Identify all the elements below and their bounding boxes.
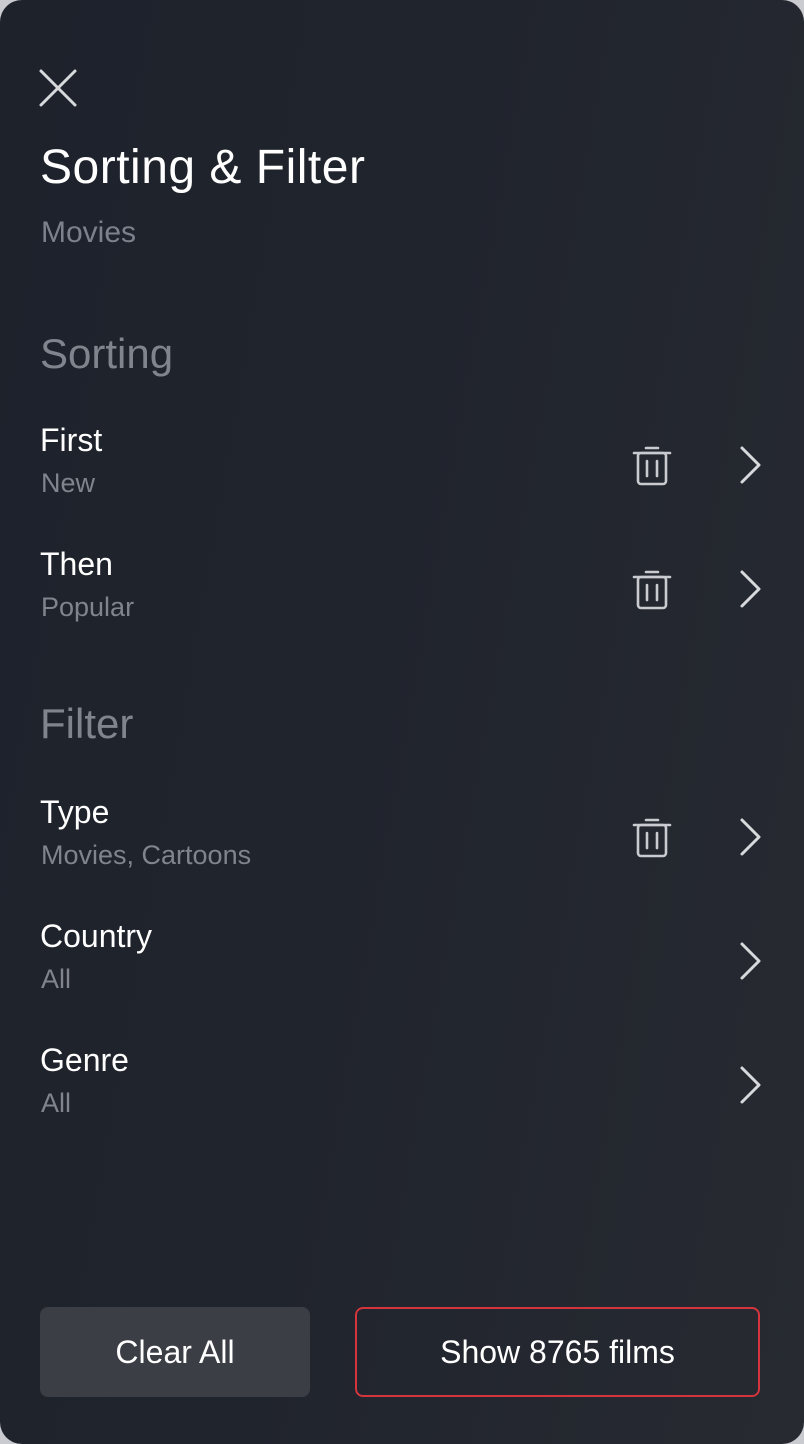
filter-row-country[interactable]: Country All — [0, 918, 804, 1022]
open-filter-genre-button[interactable] — [734, 1064, 768, 1106]
row-value: Movies, Cartoons — [41, 840, 252, 870]
row-value: Popular — [41, 592, 135, 622]
trash-icon — [632, 446, 672, 486]
row-label: Country — [40, 918, 153, 954]
show-films-button[interactable]: Show 8765 films — [355, 1307, 760, 1397]
filter-row-type[interactable]: Type Movies, Cartoons — [0, 794, 804, 898]
filter-row-genre[interactable]: Genre All — [0, 1042, 804, 1146]
page-title: Sorting & Filter — [40, 141, 366, 194]
sorting-filter-panel: Sorting & Filter Movies Sorting First Ne… — [0, 0, 804, 1444]
row-label: First — [40, 422, 103, 458]
sort-row-then[interactable]: Then Popular — [0, 546, 804, 650]
row-value: New — [41, 468, 96, 498]
sort-row-first[interactable]: First New — [0, 422, 804, 526]
chevron-right-icon — [740, 570, 761, 608]
open-sort-then-button[interactable] — [734, 568, 768, 610]
close-button[interactable] — [36, 66, 80, 110]
sorting-heading: Sorting — [40, 330, 174, 377]
delete-sort-then-button[interactable] — [630, 566, 674, 612]
row-value: All — [41, 964, 72, 994]
chevron-right-icon — [740, 818, 761, 856]
row-label: Then — [40, 546, 113, 582]
clear-all-button[interactable]: Clear All — [40, 1307, 310, 1397]
chevron-right-icon — [740, 446, 761, 484]
close-icon — [39, 69, 77, 107]
row-label: Genre — [40, 1042, 129, 1078]
delete-filter-type-button[interactable] — [630, 814, 674, 860]
chevron-right-icon — [740, 1066, 761, 1104]
filter-heading: Filter — [40, 700, 134, 747]
row-label: Type — [40, 794, 110, 830]
delete-sort-first-button[interactable] — [630, 442, 674, 488]
row-value: All — [41, 1088, 72, 1118]
trash-icon — [632, 818, 672, 858]
page-subtitle: Movies — [41, 216, 137, 249]
open-sort-first-button[interactable] — [734, 444, 768, 486]
chevron-right-icon — [740, 942, 761, 980]
trash-icon — [632, 570, 672, 610]
open-filter-country-button[interactable] — [734, 940, 768, 982]
open-filter-type-button[interactable] — [734, 816, 768, 858]
